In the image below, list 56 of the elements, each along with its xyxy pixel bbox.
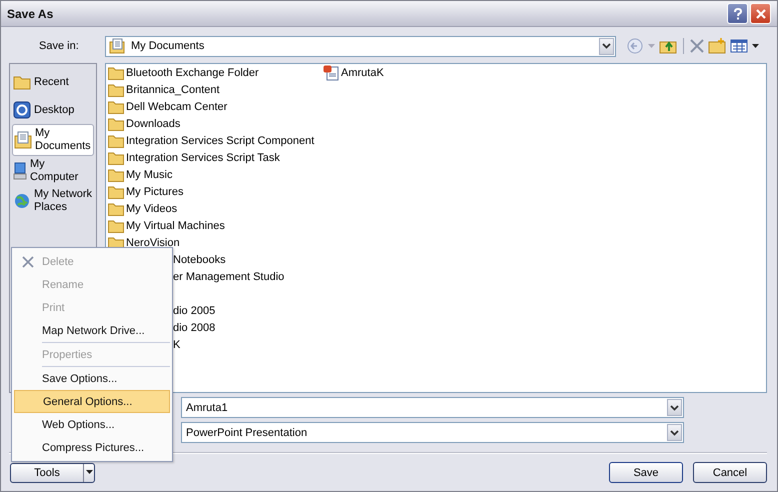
folder-icon: [108, 82, 124, 96]
file-item[interactable]: AmrutaK: [323, 64, 528, 81]
help-icon: [732, 8, 742, 20]
file-item[interactable]: My Videos: [108, 200, 313, 217]
folder-icon: [108, 202, 124, 216]
folder-icon: [108, 150, 124, 164]
places-item[interactable]: My Network Places: [12, 186, 94, 216]
caret-icon[interactable]: [752, 44, 759, 48]
menu-item[interactable]: General Options...: [14, 390, 170, 413]
documents-icon: [14, 131, 32, 149]
save-as-type-dropdown[interactable]: PowerPoint Presentation: [181, 422, 684, 443]
file-item[interactable]: My Music: [108, 166, 313, 183]
folder-icon: [108, 168, 124, 182]
documents-icon: [109, 38, 125, 54]
cancel-button[interactable]: Cancel: [693, 462, 767, 483]
menu-item[interactable]: Save Options...: [14, 367, 170, 390]
file-item[interactable]: Downloads: [108, 115, 313, 132]
places-item[interactable]: Desktop: [12, 96, 94, 124]
folder-icon: [108, 184, 124, 198]
file-item[interactable]: My Pictures: [108, 183, 313, 200]
menu-item[interactable]: Web Options...: [14, 413, 170, 436]
save-button[interactable]: Save: [609, 462, 683, 483]
folder-icon: [108, 218, 124, 232]
folder-icon: [108, 116, 124, 130]
menu-item[interactable]: Compress Pictures...: [14, 436, 170, 459]
file-item[interactable]: Dell Webcam Center: [108, 98, 313, 115]
folder-icon: [108, 66, 124, 80]
views-icon[interactable]: [730, 38, 748, 54]
tools-button[interactable]: Tools: [10, 462, 95, 482]
file-name-field[interactable]: Amruta1: [181, 397, 684, 418]
back-icon[interactable]: [626, 37, 644, 55]
close-button[interactable]: [750, 3, 771, 24]
window-title: Save As: [7, 6, 54, 20]
folder-icon: [13, 74, 31, 90]
globe-icon: [13, 192, 31, 210]
file-item[interactable]: Integration Services Script Component: [108, 132, 313, 149]
menu-item[interactable]: Map Network Drive...: [14, 319, 170, 342]
folder-icon: [108, 134, 124, 148]
delete-icon: [22, 256, 34, 268]
file-item[interactable]: Britannica_Content: [108, 81, 313, 98]
caret-icon: [86, 470, 92, 475]
file-item[interactable]: Bluetooth Exchange Folder: [108, 64, 313, 81]
desktop-icon: [13, 101, 31, 119]
new-folder-icon[interactable]: [708, 38, 726, 54]
file-item[interactable]: Integration Services Script Task: [108, 149, 313, 166]
delete-icon[interactable]: [690, 39, 704, 53]
places-item[interactable]: My Computer: [12, 156, 94, 186]
computer-icon: [13, 162, 27, 180]
help-button[interactable]: [727, 3, 748, 24]
file-item[interactable]: My Virtual Machines: [108, 217, 313, 234]
places-item[interactable]: Recent: [12, 68, 94, 96]
places-item[interactable]: My Documents: [12, 124, 94, 156]
save-in-label: Save in:: [38, 40, 80, 52]
save-in-dropdown[interactable]: My Documents: [105, 36, 616, 56]
folder-icon: [108, 100, 124, 114]
close-icon: [756, 8, 766, 18]
